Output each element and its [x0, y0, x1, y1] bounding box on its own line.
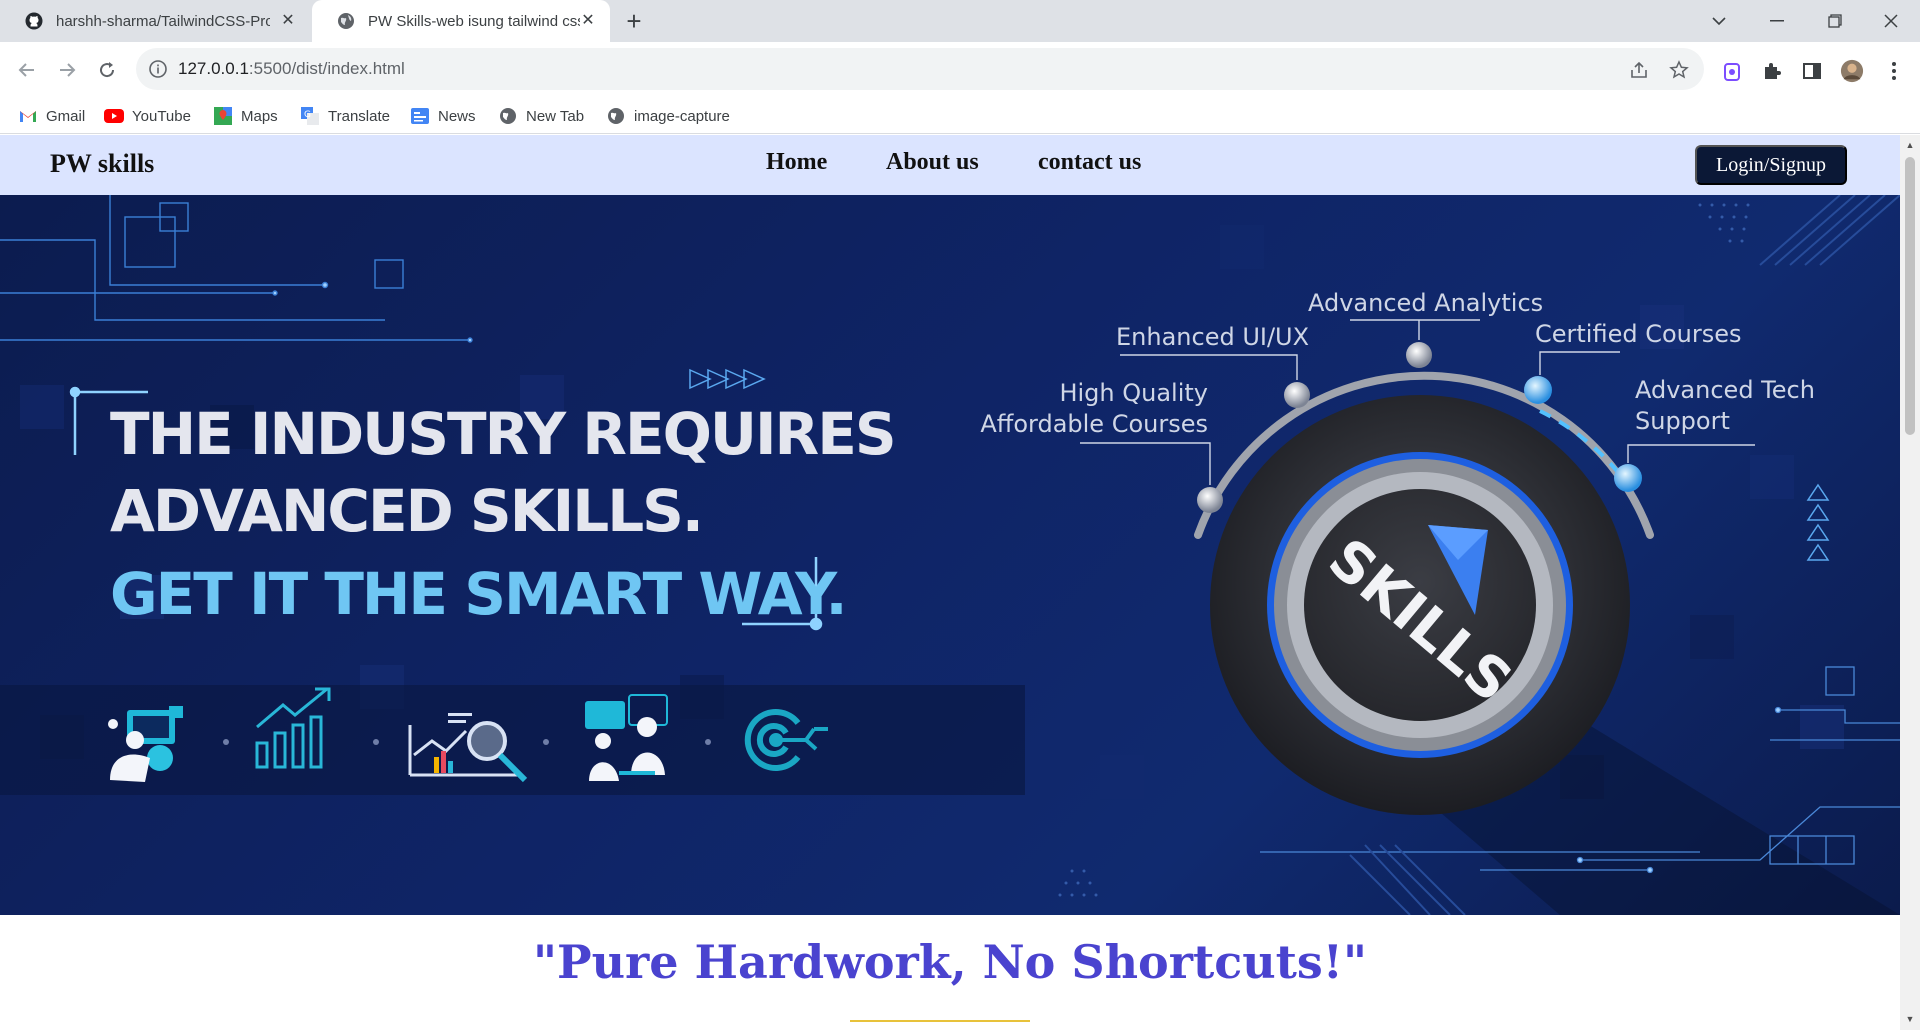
dial-bead	[1197, 487, 1223, 513]
hero-graphics: SKILLS	[0, 195, 1900, 915]
bookmark-label: Gmail	[46, 107, 86, 125]
tab-search-button[interactable]	[1690, 0, 1748, 42]
feature-label: High Quality	[1059, 379, 1208, 407]
browser-tab-strip: harshh-sharma/TailwindCSS-Proj ✕ PW Skil…	[0, 0, 1920, 42]
back-arrow-icon	[18, 63, 34, 77]
url-path: :5500/dist/index.html	[248, 59, 405, 78]
menu-kebab-icon[interactable]	[1882, 59, 1906, 83]
forward-arrow-icon	[60, 63, 76, 77]
bookmark-label: Maps	[241, 107, 278, 125]
address-bar[interactable]: 127.0.0.1:5500/dist/index.html	[136, 48, 1704, 90]
scrollbar-thumb[interactable]	[1905, 157, 1915, 435]
info-icon[interactable]	[148, 59, 168, 79]
login-signup-button[interactable]: Login/Signup	[1695, 145, 1847, 185]
dial-bead-active	[1614, 464, 1642, 492]
scroll-up-arrow-icon[interactable]: ▲	[1904, 139, 1916, 151]
back-button[interactable]	[12, 55, 42, 85]
news-icon	[410, 106, 430, 126]
url-text[interactable]: 127.0.0.1:5500/dist/index.html	[178, 59, 405, 79]
bookmark-label: News	[438, 107, 476, 125]
tab-pw-skills[interactable]: PW Skills-web isung tailwind css ✕	[312, 0, 610, 42]
nav-link-contact[interactable]: contact us	[1038, 149, 1141, 176]
github-icon	[24, 11, 44, 31]
bookmark-label: Translate	[328, 107, 390, 125]
bookmark-label: YouTube	[132, 107, 191, 125]
dial-bead	[1406, 342, 1432, 368]
dial-bead	[1284, 382, 1310, 408]
hero-banner: SKILLS THE INDUSTRY REQUIRES ADVANCED SK…	[0, 195, 1900, 915]
profile-avatar[interactable]	[1840, 59, 1864, 83]
browser-toolbar: 127.0.0.1:5500/dist/index.html	[0, 42, 1920, 98]
globe-icon	[606, 106, 626, 126]
bookmarks-bar: Gmail YouTube Maps G Translate News New …	[0, 98, 1920, 134]
close-window-button[interactable]	[1862, 0, 1920, 42]
globe-icon	[336, 11, 356, 31]
tagline-heading: "Pure Hardwork, No Shortcuts!"	[533, 935, 1367, 989]
bookmark-youtube[interactable]: YouTube	[104, 105, 191, 127]
new-tab-button[interactable]: +	[620, 8, 648, 36]
tagline-section: "Pure Hardwork, No Shortcuts!"	[0, 915, 1900, 1030]
bookmark-image-capture[interactable]: image-capture	[606, 105, 730, 127]
circuit-lines	[0, 195, 473, 343]
restore-button[interactable]	[1806, 0, 1864, 42]
bookmark-new-tab[interactable]: New Tab	[498, 105, 584, 127]
youtube-icon	[104, 106, 124, 126]
svg-text:G: G	[304, 110, 311, 120]
feature-label: Advanced Tech	[1635, 376, 1815, 404]
tab-github[interactable]: harshh-sharma/TailwindCSS-Proj ✕	[0, 0, 310, 42]
triangle-stack-icon	[1806, 483, 1830, 561]
globe-icon	[498, 106, 518, 126]
feature-label: Affordable Courses	[980, 410, 1208, 438]
minimize-icon	[1770, 20, 1784, 22]
close-icon[interactable]: ✕	[578, 11, 598, 31]
nav-link-about[interactable]: About us	[886, 149, 979, 176]
bookmark-label: image-capture	[634, 107, 730, 125]
side-panel-icon[interactable]	[1800, 59, 1824, 83]
bookmark-gmail[interactable]: Gmail	[18, 105, 85, 127]
bookmark-translate[interactable]: G Translate	[300, 105, 390, 127]
nav-link-home[interactable]: Home	[766, 149, 827, 176]
bookmark-news[interactable]: News	[410, 105, 476, 127]
tab-title: harshh-sharma/TailwindCSS-Proj	[56, 12, 270, 30]
close-icon[interactable]: ✕	[278, 11, 298, 31]
chevron-down-icon	[1712, 17, 1726, 26]
hero-heading-line1: THE INDUSTRY REQUIRES	[110, 400, 897, 468]
bookmark-label: New Tab	[526, 107, 585, 125]
feature-high-quality: High Quality Affordable Courses	[980, 378, 1208, 440]
restore-icon	[1828, 14, 1842, 28]
hero-heading-line2: ADVANCED SKILLS.	[110, 477, 704, 545]
dial-bead-active	[1524, 376, 1552, 404]
bookmark-maps[interactable]: Maps	[213, 105, 278, 127]
feature-label: Support	[1635, 407, 1730, 435]
reload-button[interactable]	[92, 55, 122, 85]
tagline-underline	[850, 1020, 1030, 1022]
gmail-icon	[18, 106, 38, 126]
reload-icon	[100, 62, 115, 78]
minimize-button[interactable]	[1748, 0, 1806, 42]
close-icon	[1884, 14, 1898, 28]
share-icon[interactable]	[1628, 59, 1650, 81]
feature-analytics: Advanced Analytics	[1308, 289, 1544, 317]
hero-heading-line3: GET IT THE SMART WAY.	[110, 560, 848, 628]
forward-button[interactable]	[52, 55, 82, 85]
feature-enhanced-ui: Enhanced UI/UX	[1116, 323, 1310, 351]
site-navbar: PW skills Home About us contact us Login…	[0, 135, 1900, 195]
translate-icon: G	[300, 106, 320, 126]
maps-icon	[213, 106, 233, 126]
chevrons-decoration	[689, 368, 766, 390]
feature-certified: Certified Courses	[1535, 320, 1742, 348]
page-scrollbar[interactable]: ▲ ▼	[1900, 135, 1920, 1030]
feature-tech-support: Advanced Tech Support	[1635, 375, 1815, 437]
bookmark-star-icon[interactable]	[1668, 59, 1690, 81]
url-host: 127.0.0.1	[178, 59, 249, 78]
extensions-puzzle-icon[interactable]	[1760, 59, 1784, 83]
site-brand[interactable]: PW skills	[50, 149, 154, 179]
tab-title: PW Skills-web isung tailwind css	[368, 12, 580, 30]
page-viewport: PW skills Home About us contact us Login…	[0, 135, 1900, 1030]
scroll-down-arrow-icon[interactable]: ▼	[1904, 1013, 1916, 1025]
extension-clipboard-icon[interactable]	[1720, 59, 1744, 83]
